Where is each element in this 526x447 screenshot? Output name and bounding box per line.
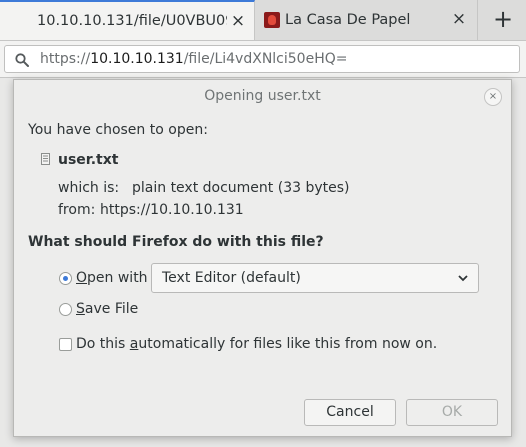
file-name: user.txt (58, 152, 119, 168)
new-tab-button[interactable]: + (480, 0, 526, 40)
tab-la-casa-de-papel[interactable]: La Casa De Papel × (256, 0, 478, 40)
file-type-label: which is: (58, 180, 120, 196)
chosen-label: You have chosen to open: (28, 122, 208, 138)
auto-text: utomatically for files like this from no… (138, 336, 438, 352)
open-with-label[interactable]: Open with (76, 270, 148, 286)
file-type-value: plain text document (33 bytes) (132, 180, 350, 196)
open-with-app-value: Text Editor (default) (162, 270, 301, 286)
auto-prefix: Do this (76, 336, 130, 352)
tab-file[interactable]: 10.10.10.131/file/U0VBU09C × (0, 0, 255, 40)
open-with-app-select[interactable]: Text Editor (default) (151, 263, 479, 293)
file-source-label: from: (58, 202, 96, 218)
auto-label[interactable]: Do this automatically for files like thi… (76, 336, 437, 352)
download-dialog: Opening user.txt × You have chosen to op… (13, 79, 512, 437)
action-question: What should Firefox do with this file? (28, 234, 324, 250)
url-text: https://10.10.10.131/file/Li4vdXNlci50eH… (40, 51, 347, 67)
save-file-radio[interactable] (59, 303, 72, 316)
browser-window: 10.10.10.131/file/U0VBU09C × La Casa De … (0, 0, 526, 447)
open-with-text: pen with (87, 270, 148, 286)
save-file-accel: S (76, 301, 85, 317)
text-file-icon (41, 153, 50, 165)
cancel-button[interactable]: Cancel (304, 399, 396, 426)
close-icon[interactable]: × (451, 11, 467, 28)
open-with-radio[interactable] (59, 272, 72, 285)
ok-button[interactable]: OK (406, 399, 498, 426)
url-host: 10.10.10.131 (90, 51, 184, 67)
tab-title: La Casa De Papel (285, 12, 411, 28)
tab-bar: 10.10.10.131/file/U0VBU09C × La Casa De … (0, 0, 526, 41)
file-source-value: https://10.10.10.131 (100, 202, 244, 218)
mask-favicon-icon (264, 12, 280, 28)
dialog-title: Opening user.txt (204, 88, 321, 104)
url-bar[interactable]: https://10.10.10.131/file/Li4vdXNlci50eH… (4, 45, 520, 73)
tab-title: 10.10.10.131/file/U0VBU09C (37, 13, 227, 29)
url-path: /file/Li4vdXNlci50eHQ= (183, 51, 348, 67)
save-file-text: ave File (84, 301, 139, 317)
open-with-accel: O (76, 270, 88, 286)
dialog-close-icon[interactable]: × (484, 88, 502, 106)
auto-checkbox[interactable] (59, 338, 72, 351)
chevron-down-icon (458, 275, 468, 282)
nav-bar: https://10.10.10.131/file/Li4vdXNlci50eH… (0, 41, 526, 78)
close-icon[interactable]: × (230, 13, 246, 30)
save-file-label[interactable]: Save File (76, 301, 138, 317)
url-scheme: https:// (40, 51, 91, 67)
search-icon (15, 53, 29, 67)
